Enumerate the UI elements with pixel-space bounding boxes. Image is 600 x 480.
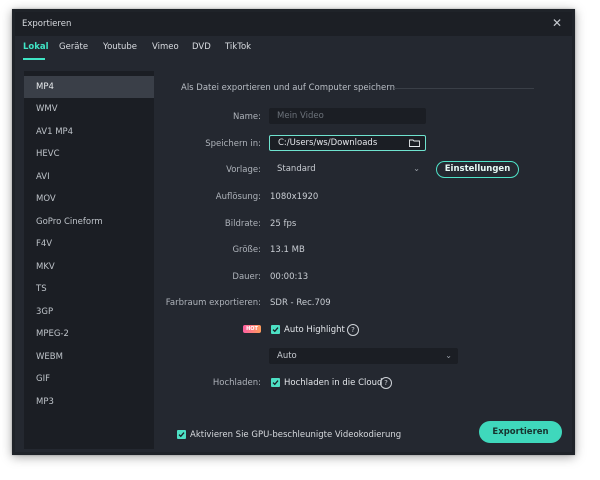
sidebar-item-webm[interactable]: WEBM bbox=[24, 346, 154, 368]
upload-checkbox-label: Hochladen in die Cloud bbox=[284, 378, 383, 388]
preset-label: Vorlage: bbox=[226, 165, 261, 175]
gpu-checkbox[interactable] bbox=[177, 430, 186, 439]
sidebar-item-ts[interactable]: TS bbox=[24, 278, 154, 300]
save-path-input[interactable]: C:/Users/ws/Downloads bbox=[269, 135, 426, 151]
framerate-value: 25 fps bbox=[270, 219, 297, 229]
export-dialog: Exportieren ✕ Lokal Geräte Youtube Vimeo… bbox=[15, 12, 572, 452]
tab-geraete[interactable]: Geräte bbox=[59, 42, 88, 52]
resolution-label: Auflösung: bbox=[215, 192, 261, 202]
settings-button[interactable]: Einstellungen bbox=[436, 161, 519, 178]
sidebar-item-mp4[interactable]: MP4 bbox=[24, 76, 154, 98]
sidebar-item-avi[interactable]: AVI bbox=[24, 166, 154, 188]
save-path-value: C:/Users/ws/Downloads bbox=[278, 138, 378, 148]
sidebar-item-av1-mp4[interactable]: AV1 MP4 bbox=[24, 121, 154, 143]
auto-highlight-select[interactable]: Auto ⌄ bbox=[269, 348, 458, 364]
gpu-label: Aktivieren Sie GPU-beschleunigte Videoko… bbox=[190, 430, 402, 440]
tab-dvd[interactable]: DVD bbox=[192, 42, 211, 52]
section-divider bbox=[394, 88, 534, 89]
sidebar-item-f4v[interactable]: F4V bbox=[24, 233, 154, 255]
tab-tiktok[interactable]: TikTok bbox=[225, 42, 251, 52]
sidebar-item-hevc[interactable]: HEVC bbox=[24, 143, 154, 165]
colorspace-value: SDR - Rec.709 bbox=[270, 298, 331, 308]
help-icon[interactable]: ? bbox=[380, 377, 392, 389]
tab-lokal[interactable]: Lokal bbox=[23, 42, 49, 52]
window-title: Exportieren bbox=[22, 19, 72, 29]
sidebar-item-mp3[interactable]: MP3 bbox=[24, 391, 154, 413]
auto-highlight-label: Auto Highlight bbox=[284, 325, 345, 335]
preset-value: Standard bbox=[277, 164, 316, 174]
resolution-value: 1080x1920 bbox=[270, 192, 319, 202]
auto-select-value: Auto bbox=[277, 351, 297, 361]
chevron-down-icon: ⌄ bbox=[413, 164, 420, 173]
folder-icon[interactable] bbox=[409, 139, 420, 147]
sidebar-item-3gp[interactable]: 3GP bbox=[24, 301, 154, 323]
close-icon[interactable]: ✕ bbox=[550, 16, 564, 30]
preset-select[interactable]: Standard ⌄ bbox=[269, 161, 426, 177]
export-button[interactable]: Exportieren bbox=[479, 421, 562, 443]
section-title: Als Datei exportieren und auf Computer s… bbox=[181, 83, 395, 93]
colorspace-label: Farbraum exportieren: bbox=[165, 298, 261, 308]
size-label: Größe: bbox=[232, 245, 261, 255]
hot-badge: HOT bbox=[243, 325, 261, 333]
duration-value: 00:00:13 bbox=[270, 272, 309, 282]
help-icon[interactable]: ? bbox=[347, 324, 359, 336]
sidebar-item-mkv[interactable]: MKV bbox=[24, 256, 154, 278]
save-in-label: Speichern in: bbox=[205, 139, 261, 149]
format-sidebar: MP4 WMV AV1 MP4 HEVC AVI MOV GoPro Cinef… bbox=[24, 71, 154, 449]
duration-label: Dauer: bbox=[232, 272, 261, 282]
auto-highlight-checkbox[interactable] bbox=[271, 325, 280, 334]
sidebar-item-mov[interactable]: MOV bbox=[24, 188, 154, 210]
active-tab-indicator bbox=[23, 58, 45, 60]
tab-vimeo[interactable]: Vimeo bbox=[152, 42, 179, 52]
titlebar: Exportieren ✕ bbox=[15, 12, 572, 36]
size-value: 13.1 MB bbox=[270, 245, 305, 255]
framerate-label: Bildrate: bbox=[224, 219, 261, 229]
checkbox-check-icon bbox=[272, 380, 279, 386]
upload-checkbox[interactable] bbox=[271, 378, 280, 387]
checkbox-check-icon bbox=[178, 432, 185, 438]
name-input[interactable]: Mein Video bbox=[269, 108, 426, 124]
name-label: Name: bbox=[233, 112, 261, 122]
sidebar-item-gif[interactable]: GIF bbox=[24, 368, 154, 390]
chevron-down-icon: ⌄ bbox=[445, 351, 452, 360]
upload-label: Hochladen: bbox=[212, 378, 261, 388]
sidebar-item-wmv[interactable]: WMV bbox=[24, 98, 154, 120]
sidebar-item-gopro-cineform[interactable]: GoPro Cineform bbox=[24, 211, 154, 233]
sidebar-item-mpeg-2[interactable]: MPEG-2 bbox=[24, 323, 154, 345]
checkbox-check-icon bbox=[272, 327, 279, 333]
tab-youtube[interactable]: Youtube bbox=[103, 42, 137, 52]
